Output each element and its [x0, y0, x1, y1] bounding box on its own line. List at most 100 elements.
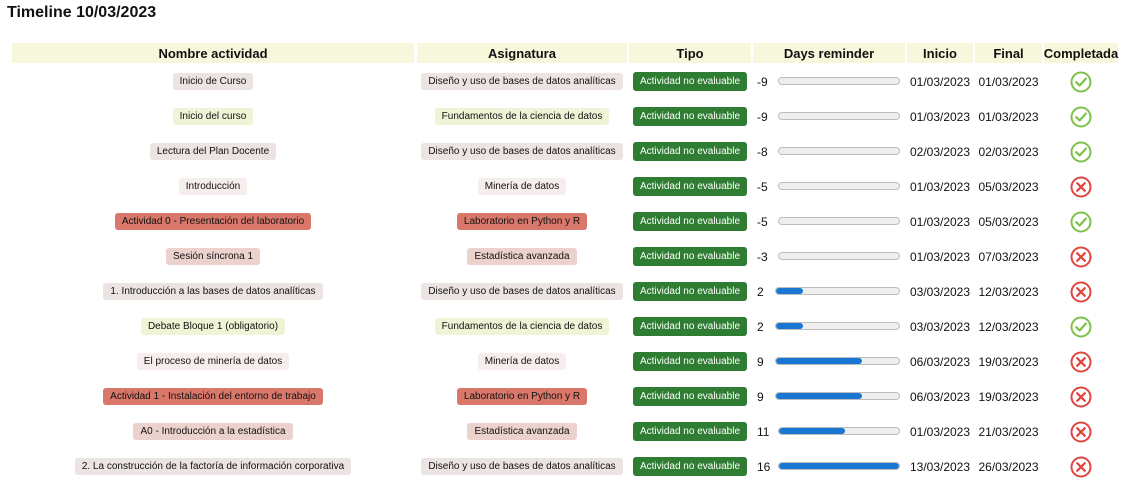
tipo-badge: Actividad no evaluable — [632, 422, 748, 441]
subject-name[interactable]: Laboratorio en Python y R — [456, 213, 588, 230]
activity-name[interactable]: Introducción — [178, 178, 248, 195]
subject-name[interactable]: Minería de datos — [477, 178, 567, 195]
tipo-badge: Actividad no evaluable — [632, 282, 748, 301]
cell-actividad: Sesión síncrona 1 — [12, 239, 414, 274]
days-number: -9 — [757, 74, 768, 89]
cell-tipo: Actividad no evaluable — [629, 309, 751, 344]
cell-final: 19/03/2023 — [978, 354, 1039, 369]
activity-name[interactable]: Lectura del Plan Docente — [149, 143, 277, 160]
activity-name[interactable]: 1. Introducción a las bases de datos ana… — [103, 283, 323, 300]
activity-name[interactable]: Inicio del curso — [172, 108, 254, 125]
completed-check-icon — [1044, 204, 1118, 239]
table-row[interactable]: Sesión síncrona 1 Estadística avanzada A… — [0, 239, 1135, 274]
cell-inicio: 01/03/2023 — [909, 179, 971, 194]
cell-final: 01/03/2023 — [978, 74, 1039, 89]
subject-name[interactable]: Estadística avanzada — [467, 423, 577, 440]
days-number: 11 — [757, 424, 770, 439]
column-header-final[interactable]: Final — [975, 43, 1042, 63]
subject-name[interactable]: Fundamentos de la ciencia de datos — [434, 318, 610, 335]
cell-tipo: Actividad no evaluable — [629, 134, 751, 169]
tipo-badge: Actividad no evaluable — [632, 142, 748, 161]
subject-name[interactable]: Diseño y uso de bases de datos analítica… — [421, 143, 623, 160]
cell-inicio: 01/03/2023 — [909, 109, 971, 124]
days-number: 2 — [757, 284, 764, 299]
cell-inicio: 01/03/2023 — [909, 214, 971, 229]
subject-name[interactable]: Estadística avanzada — [467, 248, 577, 265]
days-progress-bar — [778, 217, 900, 225]
column-header-completada[interactable]: Completada — [1044, 43, 1118, 63]
completed-check-icon — [1044, 64, 1118, 99]
days-reminder-value: 2 — [757, 309, 764, 344]
table-row[interactable]: 1. Introducción a las bases de datos ana… — [0, 274, 1135, 309]
table-row[interactable]: Inicio del curso Fundamentos de la cienc… — [0, 99, 1135, 134]
table-row[interactable]: Actividad 0 - Presentación del laborator… — [0, 204, 1135, 239]
cell-inicio: 03/03/2023 — [909, 284, 971, 299]
days-number: -8 — [757, 144, 768, 159]
column-header-days[interactable]: Days reminder — [753, 43, 905, 63]
cell-actividad: Introducción — [12, 169, 414, 204]
cell-final: 19/03/2023 — [978, 389, 1039, 404]
cell-inicio: 01/03/2023 — [909, 74, 971, 89]
cell-tipo: Actividad no evaluable — [629, 414, 751, 449]
completed-check-icon — [1044, 134, 1118, 169]
column-header-actividad[interactable]: Nombre actividad — [12, 43, 414, 63]
cell-asignatura: Diseño y uso de bases de datos analítica… — [417, 134, 627, 169]
not-completed-cross-icon — [1044, 274, 1118, 309]
column-header-tipo[interactable]: Tipo — [629, 43, 751, 63]
table-row[interactable]: El proceso de minería de datos Minería d… — [0, 344, 1135, 379]
tipo-badge: Actividad no evaluable — [632, 177, 748, 196]
subject-name[interactable]: Diseño y uso de bases de datos analítica… — [421, 73, 623, 90]
activity-name[interactable]: El proceso de minería de datos — [136, 353, 290, 370]
activity-name[interactable]: A0 - Introducción a la estadística — [133, 423, 293, 440]
activity-name[interactable]: Debate Bloque 1 (obligatorio) — [140, 318, 286, 335]
tipo-badge: Actividad no evaluable — [632, 457, 748, 476]
table-row[interactable]: 2. La construcción de la factoría de inf… — [0, 449, 1135, 484]
days-reminder-value: -5 — [757, 169, 768, 204]
subject-name[interactable]: Fundamentos de la ciencia de datos — [434, 108, 610, 125]
cell-tipo: Actividad no evaluable — [629, 379, 751, 414]
subject-name[interactable]: Laboratorio en Python y R — [456, 388, 588, 405]
days-reminder-value: -9 — [757, 64, 768, 99]
table-row[interactable]: Lectura del Plan Docente Diseño y uso de… — [0, 134, 1135, 169]
not-completed-cross-icon — [1044, 344, 1118, 379]
days-progress-bar — [778, 77, 900, 85]
not-completed-cross-icon — [1044, 239, 1118, 274]
activity-name[interactable]: 2. La construcción de la factoría de inf… — [74, 458, 352, 475]
table-row[interactable]: Inicio de Curso Diseño y uso de bases de… — [0, 64, 1135, 99]
cell-actividad: A0 - Introducción a la estadística — [12, 414, 414, 449]
cell-actividad: El proceso de minería de datos — [12, 344, 414, 379]
subject-name[interactable]: Diseño y uso de bases de datos analítica… — [421, 283, 623, 300]
cell-actividad: 1. Introducción a las bases de datos ana… — [12, 274, 414, 309]
activity-name[interactable]: Actividad 0 - Presentación del laborator… — [114, 213, 312, 230]
cell-tipo: Actividad no evaluable — [629, 99, 751, 134]
activity-name[interactable]: Actividad 1 - Instalación del entorno de… — [103, 388, 323, 405]
column-header-asignatura[interactable]: Asignatura — [417, 43, 627, 63]
cell-asignatura: Fundamentos de la ciencia de datos — [417, 309, 627, 344]
tipo-badge: Actividad no evaluable — [632, 352, 748, 371]
cell-actividad: 2. La construcción de la factoría de inf… — [12, 449, 414, 484]
days-progress-fill — [776, 288, 804, 294]
activity-name[interactable]: Sesión síncrona 1 — [165, 248, 261, 265]
cell-final: 05/03/2023 — [978, 214, 1039, 229]
cell-asignatura: Diseño y uso de bases de datos analítica… — [417, 274, 627, 309]
cell-final: 12/03/2023 — [978, 319, 1039, 334]
table-row[interactable]: A0 - Introducción a la estadística Estad… — [0, 414, 1135, 449]
cell-actividad: Debate Bloque 1 (obligatorio) — [12, 309, 414, 344]
table-row[interactable]: Actividad 1 - Instalación del entorno de… — [0, 379, 1135, 414]
days-progress-bar — [775, 392, 900, 400]
subject-name[interactable]: Minería de datos — [477, 353, 567, 370]
days-progress-bar — [778, 427, 900, 435]
cell-tipo: Actividad no evaluable — [629, 169, 751, 204]
table-row[interactable]: Introducción Minería de datos Actividad … — [0, 169, 1135, 204]
cell-inicio: 06/03/2023 — [909, 389, 971, 404]
tipo-badge: Actividad no evaluable — [632, 72, 748, 91]
tipo-badge: Actividad no evaluable — [632, 317, 748, 336]
column-header-inicio[interactable]: Inicio — [907, 43, 973, 63]
activity-name[interactable]: Inicio de Curso — [172, 73, 254, 90]
table-row[interactable]: Debate Bloque 1 (obligatorio) Fundamento… — [0, 309, 1135, 344]
subject-name[interactable]: Diseño y uso de bases de datos analítica… — [421, 458, 623, 475]
cell-asignatura: Diseño y uso de bases de datos analítica… — [417, 449, 627, 484]
not-completed-cross-icon — [1044, 169, 1118, 204]
cell-inicio: 06/03/2023 — [909, 354, 971, 369]
days-number: 9 — [757, 354, 764, 369]
